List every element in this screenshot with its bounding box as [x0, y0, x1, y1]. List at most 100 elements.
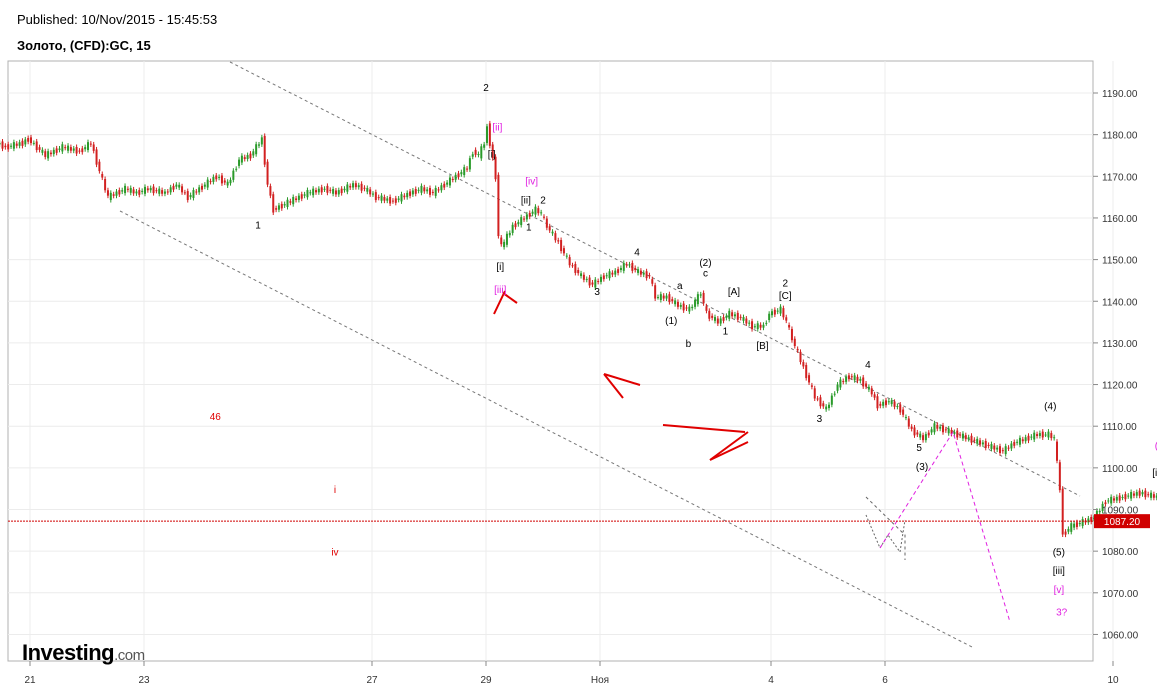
- candle-body: [434, 187, 437, 196]
- candle-body: [976, 438, 979, 444]
- y-tick-label: 1150.00: [1102, 256, 1138, 267]
- candle-body: [243, 157, 246, 160]
- price-chart: 2[ii][i][iv][ii] 21[i][iii]134ac(2)(1)b[A…: [0, 60, 1157, 686]
- candle-body: [736, 312, 739, 320]
- candle-body: [372, 193, 374, 195]
- candle-body: [554, 233, 557, 241]
- candle-body: [255, 144, 258, 155]
- candle-body: [383, 197, 386, 201]
- candle-body: [129, 187, 132, 193]
- candle-body: [634, 267, 637, 271]
- candle-body: [665, 295, 668, 299]
- candle-body: [605, 275, 608, 277]
- y-tick-label: 1080.00: [1102, 547, 1139, 558]
- candle-body: [326, 185, 329, 193]
- candle-body: [429, 187, 431, 195]
- candle-body: [517, 222, 520, 225]
- y-tick-label: 1120.00: [1102, 381, 1138, 392]
- candle-body: [961, 433, 964, 439]
- wave-label: 46: [210, 412, 222, 423]
- candle-body: [323, 188, 326, 190]
- candle-body: [893, 401, 896, 407]
- candle-body: [349, 185, 352, 188]
- candle-body: [72, 148, 75, 151]
- candle-body: [286, 199, 289, 207]
- candle-body: [614, 270, 617, 275]
- candle-body: [1033, 432, 1036, 440]
- candle-body: [1132, 493, 1135, 496]
- candle-body: [619, 267, 622, 271]
- candle-body: [645, 271, 648, 279]
- candle-body: [813, 388, 816, 399]
- candle-body: [235, 168, 238, 170]
- candle-body: [377, 197, 380, 199]
- candle-body: [104, 179, 107, 191]
- candle-body: [833, 393, 836, 395]
- candle-body: [466, 168, 469, 170]
- candle-body: [771, 311, 773, 316]
- candle-body: [793, 338, 796, 347]
- candle-body: [936, 424, 939, 429]
- candle-body: [380, 195, 383, 201]
- candle-body: [625, 264, 628, 266]
- candle-body: [565, 255, 568, 257]
- candle-body: [933, 423, 936, 433]
- wave-label: [i]: [496, 262, 504, 273]
- candle-body: [354, 183, 357, 188]
- candle-body: [1, 141, 4, 149]
- candle-body: [138, 190, 141, 195]
- candle-body: [574, 263, 577, 273]
- candle-body: [631, 262, 634, 271]
- candle-body: [1124, 494, 1127, 500]
- candle-body: [1050, 433, 1053, 439]
- candle-body: [212, 176, 215, 182]
- y-tick-label: 1190.00: [1102, 89, 1138, 100]
- candle-body: [830, 395, 833, 405]
- candle-body: [306, 190, 309, 198]
- candle-body: [283, 204, 286, 206]
- candle-body: [890, 400, 893, 405]
- candle-body: [246, 155, 249, 160]
- candle-body: [819, 397, 822, 407]
- candle-body: [867, 386, 870, 390]
- candle-body: [944, 429, 947, 431]
- candle-body: [346, 184, 349, 192]
- candle-body: [340, 188, 343, 194]
- candle-body: [27, 137, 30, 142]
- candle-body: [916, 432, 919, 435]
- candle-body: [885, 400, 887, 406]
- candle-body: [1104, 502, 1107, 505]
- candle-body: [714, 317, 716, 321]
- candle-body: [639, 270, 642, 275]
- x-tick-label: 23: [138, 675, 150, 686]
- candle-body: [981, 442, 984, 445]
- x-tick-label: 10: [1107, 675, 1119, 686]
- candle-body: [332, 189, 335, 194]
- candle-body: [748, 322, 751, 324]
- candle-body: [203, 184, 206, 187]
- candle-body: [61, 144, 64, 152]
- candle-body: [206, 179, 209, 188]
- candle-body: [870, 388, 873, 395]
- candle-body: [95, 149, 98, 165]
- candle-body: [1047, 431, 1050, 438]
- candle-body: [947, 428, 950, 434]
- candle-body: [181, 186, 184, 193]
- candle-body: [414, 189, 417, 194]
- x-tick-label: 21: [24, 675, 36, 686]
- wave-label: [C]: [779, 291, 792, 302]
- candle-body: [258, 144, 260, 146]
- wave-label: [v]: [1054, 585, 1065, 596]
- candle-body: [400, 194, 403, 202]
- investing-logo: Investing.com: [22, 640, 145, 666]
- candle-body: [1081, 519, 1084, 526]
- candle-body: [745, 318, 748, 324]
- candle-body: [49, 152, 52, 155]
- candle-body: [1030, 436, 1033, 438]
- candle-body: [1107, 500, 1110, 502]
- wave-label: 4: [634, 247, 640, 258]
- candle-body: [178, 184, 181, 188]
- candle-body: [389, 196, 392, 204]
- candle-body: [18, 142, 21, 146]
- candle-body: [1010, 443, 1013, 449]
